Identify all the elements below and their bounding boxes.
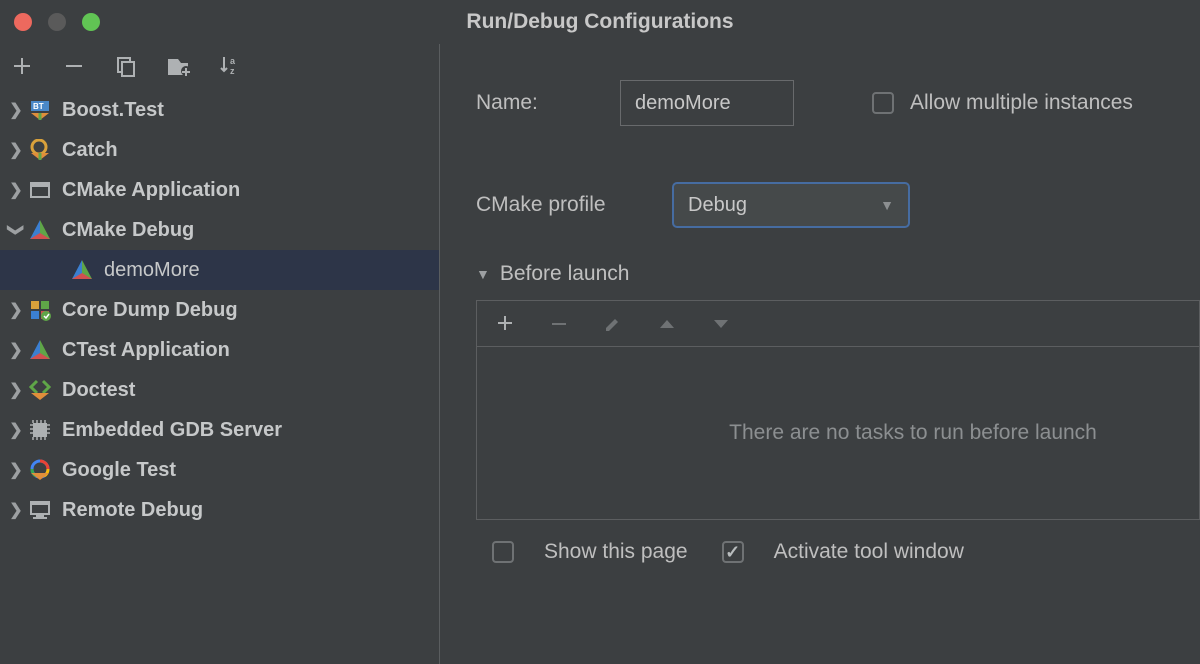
tree-label: Catch bbox=[62, 139, 118, 162]
tree-item-google-test[interactable]: ❯ Google Test bbox=[0, 450, 439, 490]
edit-task-button[interactable] bbox=[601, 312, 625, 336]
chevron-right-icon: ❯ bbox=[4, 500, 28, 520]
tree-label: Doctest bbox=[62, 379, 135, 402]
chevron-down-icon: ❯ bbox=[6, 218, 26, 242]
svg-text:BT: BT bbox=[33, 102, 44, 111]
allow-multiple-label: Allow multiple instances bbox=[910, 91, 1133, 115]
chevron-right-icon: ❯ bbox=[4, 380, 28, 400]
tree-label: Embedded GDB Server bbox=[62, 419, 282, 442]
window-zoom-button[interactable] bbox=[82, 13, 100, 31]
tree-item-catch[interactable]: ❯ Catch bbox=[0, 130, 439, 170]
tree-label: Boost.Test bbox=[62, 99, 164, 122]
window-minimize-button[interactable] bbox=[48, 13, 66, 31]
tree-item-doctest[interactable]: ❯ Doctest bbox=[0, 370, 439, 410]
tree-label: Remote Debug bbox=[62, 499, 203, 522]
remove-config-button[interactable] bbox=[62, 54, 86, 78]
tree-item-embedded-gdb[interactable]: ❯ Embedded GDB Server bbox=[0, 410, 439, 450]
add-task-button[interactable] bbox=[493, 312, 517, 336]
window-title: Run/Debug Configurations bbox=[0, 10, 1200, 34]
chevron-right-icon: ❯ bbox=[4, 100, 28, 120]
traffic-lights bbox=[0, 13, 100, 31]
tree-label: Core Dump Debug bbox=[62, 299, 238, 322]
svg-text:a: a bbox=[230, 56, 236, 66]
chevron-right-icon: ❯ bbox=[4, 340, 28, 360]
tree-label: demoMore bbox=[104, 259, 200, 282]
remove-task-button[interactable] bbox=[547, 312, 571, 336]
tree-item-remote-debug[interactable]: ❯ Remote Debug bbox=[0, 490, 439, 530]
chevron-right-icon: ❯ bbox=[4, 180, 28, 200]
allow-multiple-checkbox[interactable] bbox=[872, 92, 894, 114]
tree-item-ctest[interactable]: ❯ CTest Application bbox=[0, 330, 439, 370]
chevron-down-icon: ▼ bbox=[880, 197, 894, 213]
tree-label: CTest Application bbox=[62, 339, 230, 362]
tree-item-demomore[interactable]: · demoMore bbox=[0, 250, 439, 290]
core-dump-icon bbox=[28, 298, 52, 322]
add-config-button[interactable] bbox=[10, 54, 34, 78]
cmake-debug-icon bbox=[28, 218, 52, 242]
tree-item-boost-test[interactable]: ❯ BT Boost.Test bbox=[0, 90, 439, 130]
empty-tasks-text: There are no tasks to run before launch bbox=[729, 421, 1097, 445]
svg-text:z: z bbox=[230, 66, 235, 76]
cmake-profile-select[interactable]: Debug ▼ bbox=[672, 182, 910, 228]
window-close-button[interactable] bbox=[14, 13, 32, 31]
doctest-icon bbox=[28, 378, 52, 402]
chevron-right-icon: ❯ bbox=[4, 420, 28, 440]
ctest-icon bbox=[28, 338, 52, 362]
titlebar: Run/Debug Configurations bbox=[0, 0, 1200, 44]
copy-config-button[interactable] bbox=[114, 54, 138, 78]
cmake-profile-label: CMake profile bbox=[476, 193, 672, 217]
main-panel: Name: Allow multiple instances CMake pro… bbox=[440, 44, 1200, 664]
chevron-right-icon: ❯ bbox=[4, 460, 28, 480]
before-launch-toolbar bbox=[476, 300, 1200, 346]
cmake-debug-icon bbox=[70, 258, 94, 282]
embedded-icon bbox=[28, 418, 52, 442]
move-up-button[interactable] bbox=[655, 312, 679, 336]
before-launch-header[interactable]: ▼ Before launch bbox=[476, 262, 1200, 286]
remote-debug-icon bbox=[28, 498, 52, 522]
triangle-down-icon: ▼ bbox=[476, 266, 490, 282]
select-value: Debug bbox=[688, 194, 747, 217]
before-launch-label: Before launch bbox=[500, 262, 630, 286]
save-template-button[interactable] bbox=[166, 54, 190, 78]
activate-tool-checkbox[interactable] bbox=[722, 541, 744, 563]
sidebar-toolbar: az bbox=[0, 44, 439, 88]
before-launch-list: There are no tasks to run before launch bbox=[476, 346, 1200, 520]
tree-label: Google Test bbox=[62, 459, 176, 482]
tree-item-core-dump[interactable]: ❯ Core Dump Debug bbox=[0, 290, 439, 330]
sidebar: az ❯ BT Boost.Test ❯ Catch ❯ bbox=[0, 44, 440, 664]
chevron-right-icon: ❯ bbox=[4, 140, 28, 160]
name-input[interactable] bbox=[620, 80, 794, 126]
cmake-app-icon bbox=[28, 178, 52, 202]
tree-label: CMake Debug bbox=[62, 219, 194, 242]
name-label: Name: bbox=[476, 91, 620, 115]
move-down-button[interactable] bbox=[709, 312, 733, 336]
show-page-label: Show this page bbox=[544, 540, 688, 564]
chevron-right-icon: ❯ bbox=[4, 300, 28, 320]
activate-tool-label: Activate tool window bbox=[774, 540, 964, 564]
config-tree: ❯ BT Boost.Test ❯ Catch ❯ CMake Applicat… bbox=[0, 88, 439, 530]
boost-test-icon: BT bbox=[28, 98, 52, 122]
google-test-icon bbox=[28, 458, 52, 482]
tree-label: CMake Application bbox=[62, 179, 240, 202]
sort-alpha-button[interactable]: az bbox=[218, 54, 242, 78]
tree-item-cmake-debug[interactable]: ❯ CMake Debug bbox=[0, 210, 439, 250]
tree-item-cmake-application[interactable]: ❯ CMake Application bbox=[0, 170, 439, 210]
show-page-checkbox[interactable] bbox=[492, 541, 514, 563]
catch-icon bbox=[28, 138, 52, 162]
